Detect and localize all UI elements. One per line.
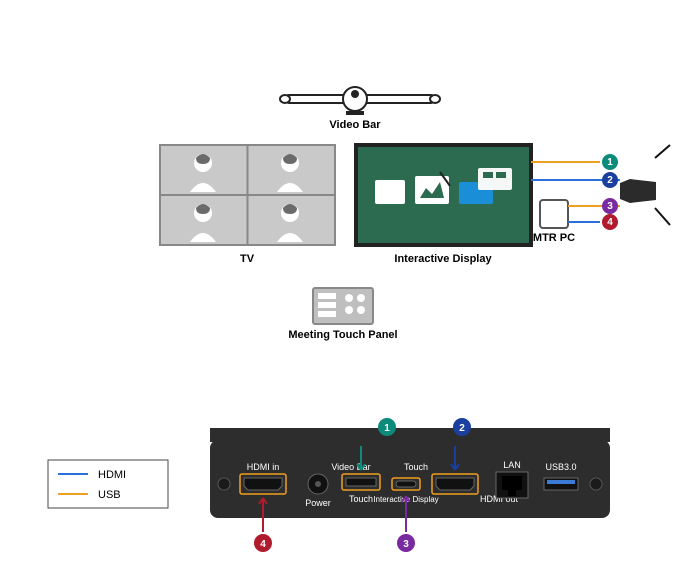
meeting-touch-panel-icon	[313, 288, 373, 324]
video-bar-icon	[280, 87, 440, 115]
port-videobar-label: Video Bar	[331, 462, 370, 472]
tv-icon	[160, 145, 335, 245]
marker-2-text: 2	[607, 175, 613, 186]
legend-hdmi-label: HDMI	[98, 469, 126, 481]
legend-usb-label: USB	[98, 489, 121, 501]
port-power-label: Power	[305, 498, 331, 508]
meeting-touch-panel-label: Meeting Touch Panel	[288, 329, 397, 341]
panel-marker-3-text: 3	[403, 539, 409, 550]
port-lan-label: LAN	[503, 460, 521, 470]
tv-label: TV	[240, 253, 255, 265]
panel-marker-1-text: 1	[384, 423, 390, 434]
port-lan-icon	[496, 472, 528, 498]
marker-1-text: 1	[607, 157, 613, 168]
back-panel: HDMI in Power Video Bar Touch Touch Inte…	[210, 428, 610, 518]
port-touch-right-label: Touch	[404, 462, 428, 472]
port-usb30-label: USB3.0	[545, 462, 576, 472]
port-usb30-icon	[544, 478, 578, 490]
panel-marker-4-text: 4	[260, 539, 266, 550]
port-power-icon	[308, 474, 328, 494]
panel-marker-2-text: 2	[459, 423, 465, 434]
video-bar-label: Video Bar	[329, 119, 381, 131]
port-hdmi-in-label: HDMI in	[247, 462, 280, 472]
marker-3-text: 3	[607, 201, 613, 212]
mtr-pc-box-icon	[540, 200, 568, 228]
connection-diagram: Video Bar TV Interactive Displ	[0, 0, 688, 573]
port-touch-left-label: Touch	[349, 494, 373, 504]
mtr-pc-label: MTR PC	[533, 232, 575, 244]
interactive-display-icon	[356, 145, 531, 245]
legend-box: HDMI USB	[48, 460, 168, 508]
marker-4-text: 4	[607, 217, 613, 228]
mtr-pc-device-icon	[620, 145, 670, 225]
interactive-display-label: Interactive Display	[394, 253, 492, 265]
